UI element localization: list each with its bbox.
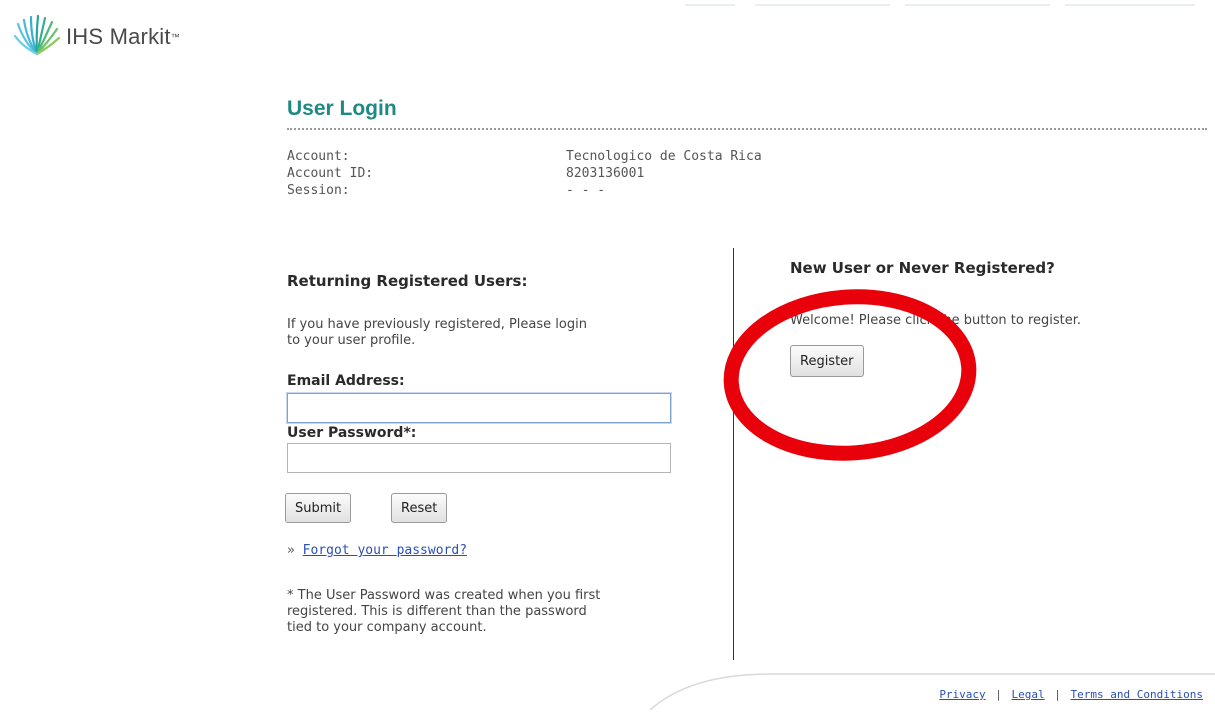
reset-button[interactable]: Reset: [391, 493, 448, 523]
ihs-markit-starburst-icon: [14, 14, 60, 56]
password-note-line-2: registered. This is different than the p…: [287, 604, 587, 619]
forgot-prefix: »: [287, 543, 295, 558]
top-nav-tab: [905, 4, 1050, 36]
logo-text: IHS Markit: [66, 24, 171, 49]
password-label: User Password*:: [287, 425, 417, 441]
footer-separator: |: [995, 688, 1002, 701]
logo-trademark: ™: [170, 32, 180, 42]
account-label: Account:: [287, 149, 350, 164]
forgot-password-row: » Forgot your password?: [287, 543, 467, 558]
password-note-line-1: * The User Password was created when you…: [287, 588, 601, 603]
login-intro-line-1: If you have previously registered, Pleas…: [287, 317, 587, 332]
login-intro-line-2: to your user profile.: [287, 333, 416, 348]
account-id-value: 8203136001: [566, 166, 645, 181]
page-title: User Login: [287, 97, 397, 120]
returning-users-heading: Returning Registered Users:: [287, 272, 528, 290]
footer-links: Privacy | Legal | Terms and Conditions: [939, 688, 1203, 701]
session-label: Session:: [287, 183, 350, 198]
terms-link[interactable]: Terms and Conditions: [1071, 688, 1203, 701]
footer-separator: |: [1054, 688, 1061, 701]
account-id-label: Account ID:: [287, 166, 374, 181]
top-nav-tab: [755, 4, 890, 36]
privacy-link[interactable]: Privacy: [939, 688, 985, 701]
top-nav-tab: [1065, 4, 1195, 36]
new-user-heading: New User or Never Registered?: [790, 259, 1055, 277]
submit-button[interactable]: Submit: [285, 493, 352, 523]
email-field[interactable]: [287, 393, 671, 423]
register-welcome-text: Welcome! Please click the button to regi…: [790, 313, 1082, 328]
title-divider: [287, 128, 1207, 130]
session-value: - - -: [566, 183, 606, 198]
password-field[interactable]: [287, 443, 671, 473]
column-divider: [733, 248, 734, 660]
top-nav-faded: [680, 0, 1200, 36]
forgot-password-link[interactable]: Forgot your password?: [303, 543, 467, 558]
register-button[interactable]: Register: [790, 345, 864, 377]
email-label: Email Address:: [287, 373, 405, 389]
password-note-line-3: tied to your company account.: [287, 620, 487, 635]
ihs-markit-logo[interactable]: IHS Markit ™: [14, 14, 180, 60]
top-nav-tab: [685, 4, 735, 36]
account-value: Tecnologico de Costa Rica: [566, 149, 762, 164]
legal-link[interactable]: Legal: [1012, 688, 1045, 701]
